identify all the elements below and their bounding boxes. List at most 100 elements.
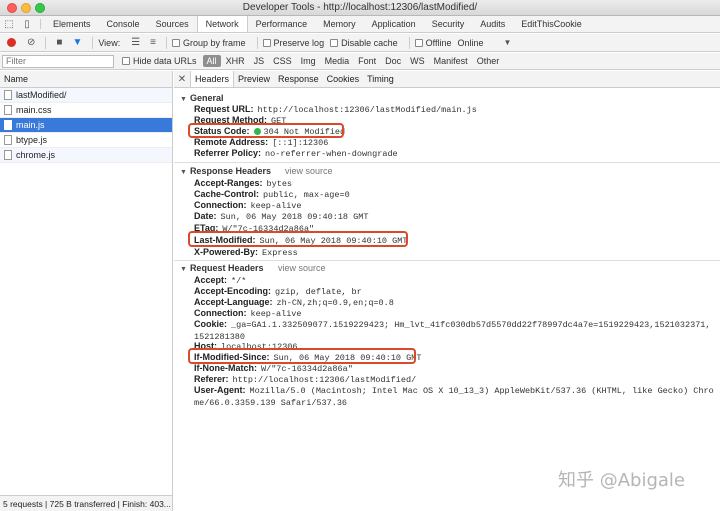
header-value: http://localhost:12306/lastModified/ xyxy=(232,375,417,385)
request-name: main.css xyxy=(16,105,52,115)
header-value: [::1]:12306 xyxy=(272,138,329,148)
header-value: Mozilla/5.0 (Macintosh; Intel Mac OS X 1… xyxy=(194,386,714,408)
large-rows-icon[interactable]: ☰ xyxy=(131,37,140,48)
tab-memory[interactable]: Memory xyxy=(315,16,364,32)
tab-editthiscookie[interactable]: EditThisCookie xyxy=(513,16,590,32)
filter-bar: Hide data URLs All XHR JS CSS Img Media … xyxy=(0,53,720,70)
header-key: Connection: xyxy=(194,200,247,210)
tab-network[interactable]: Network xyxy=(196,16,248,32)
header-key: User-Agent: xyxy=(194,385,246,395)
filter-type-xhr[interactable]: XHR xyxy=(222,55,249,67)
header-key: Accept-Ranges: xyxy=(194,178,263,188)
tab-console[interactable]: Console xyxy=(99,16,148,32)
tab-application[interactable]: Application xyxy=(364,16,424,32)
if-modified-since-highlight xyxy=(188,348,416,364)
throttling-select[interactable]: Online xyxy=(457,38,483,48)
toolbar-divider xyxy=(45,36,47,49)
triangle-down-icon: ▼ xyxy=(180,266,187,273)
header-row: User-Agent: Mozilla/5.0 (Macintosh; Intel… xyxy=(194,385,714,409)
filter-type-doc[interactable]: Doc xyxy=(381,55,405,67)
tab-timing[interactable]: Timing xyxy=(363,71,398,87)
general-section-toggle[interactable]: ▼ General xyxy=(180,93,223,103)
inspect-element-icon[interactable]: ⬚ xyxy=(0,16,18,32)
response-headers-title: Response Headers xyxy=(189,166,271,176)
header-key: Referer: xyxy=(194,374,229,384)
header-value: zh-CN,zh;q=0.9,en;q=0.8 xyxy=(276,298,394,308)
response-headers-section-toggle[interactable]: ▼ Response Headers xyxy=(180,166,271,176)
header-key: Remote Address: xyxy=(194,137,269,147)
tab-performance[interactable]: Performance xyxy=(248,16,316,32)
header-value: http://localhost:12306/lastModified/main… xyxy=(257,105,477,115)
header-key: Accept-Language: xyxy=(194,297,273,307)
tab-headers[interactable]: Headers xyxy=(190,71,235,87)
disable-cache-label: Disable cache xyxy=(341,37,398,48)
filter-type-manifest[interactable]: Manifest xyxy=(430,55,472,67)
tab-audits[interactable]: Audits xyxy=(472,16,513,32)
file-icon xyxy=(4,135,12,145)
filter-type-css[interactable]: CSS xyxy=(269,55,296,67)
header-value: Sun, 06 May 2018 09:40:18 GMT xyxy=(220,212,369,222)
device-toolbar-icon[interactable]: ▯ xyxy=(18,16,36,32)
tab-elements[interactable]: Elements xyxy=(45,16,99,32)
hide-data-urls-label: Hide data URLs xyxy=(133,56,197,66)
disable-cache-checkbox[interactable] xyxy=(330,38,339,47)
filter-type-ws[interactable]: WS xyxy=(406,55,429,67)
tab-cookies[interactable]: Cookies xyxy=(323,71,364,87)
group-by-frame-checkbox[interactable] xyxy=(172,38,181,47)
waterfall-icon[interactable]: ≡ xyxy=(150,37,156,48)
filter-type-js[interactable]: JS xyxy=(250,55,269,67)
header-key: Connection: xyxy=(194,308,247,318)
tab-response[interactable]: Response xyxy=(274,71,323,87)
close-icon[interactable]: ✕ xyxy=(174,71,190,87)
list-item[interactable]: main.js xyxy=(0,118,172,133)
list-item[interactable]: chrome.js xyxy=(0,148,172,163)
file-icon xyxy=(4,90,12,100)
list-item[interactable]: main.css xyxy=(0,103,172,118)
section-divider xyxy=(174,162,720,163)
detail-tabs: ✕ Headers Preview Response Cookies Timin… xyxy=(174,71,720,88)
watermark: 知乎 @Abigale xyxy=(558,470,685,491)
filter-icon[interactable]: ▼ xyxy=(72,37,82,48)
preserve-log-checkbox[interactable] xyxy=(262,38,271,47)
offline-label: Offline xyxy=(425,37,452,48)
list-item[interactable]: lastModified/ xyxy=(0,88,172,103)
request-name: lastModified/ xyxy=(16,90,67,100)
tab-sources[interactable]: Sources xyxy=(148,16,197,32)
filter-input[interactable] xyxy=(2,54,114,68)
header-row: X-Powered-By: Express xyxy=(194,247,714,259)
request-view-source-link[interactable]: view source xyxy=(278,263,326,273)
request-details: ✕ Headers Preview Response Cookies Timin… xyxy=(174,71,720,511)
filter-type-other[interactable]: Other xyxy=(473,55,504,67)
general-title: General xyxy=(189,93,224,103)
clear-icon[interactable]: ⊘ xyxy=(27,37,35,48)
name-column-header[interactable]: Name xyxy=(0,71,172,88)
response-view-source-link[interactable]: view source xyxy=(285,166,333,176)
header-value: bytes xyxy=(266,179,293,189)
header-key: X-Powered-By: xyxy=(194,247,259,257)
request-headers-section-toggle[interactable]: ▼ Request Headers xyxy=(180,263,263,273)
header-row: Referrer Policy: no-referrer-when-downgra… xyxy=(194,148,714,160)
list-item[interactable]: btype.js xyxy=(0,133,172,148)
toolbar-divider xyxy=(256,36,258,49)
chevron-down-icon[interactable]: ▼ xyxy=(503,38,511,47)
tab-preview[interactable]: Preview xyxy=(234,71,274,87)
file-icon xyxy=(4,150,12,160)
header-value: */* xyxy=(231,276,247,286)
preserve-log-label: Preserve log xyxy=(273,37,325,48)
header-row: Cookie: _ga=GA1.1.332509077.1519229423; H… xyxy=(194,319,714,343)
filter-type-all[interactable]: All xyxy=(202,55,221,67)
filter-type-img[interactable]: Img xyxy=(297,55,320,67)
record-icon[interactable] xyxy=(7,38,16,47)
filter-type-font[interactable]: Font xyxy=(354,55,380,67)
offline-checkbox[interactable] xyxy=(414,38,423,47)
hide-data-urls-checkbox[interactable] xyxy=(122,57,130,65)
header-key: Cookie: xyxy=(194,319,228,329)
window-titlebar: Developer Tools - http://localhost:12306… xyxy=(0,0,720,16)
screenshot-capture-icon[interactable]: ■ xyxy=(56,37,62,48)
header-value: keep-alive xyxy=(250,201,302,211)
tab-security[interactable]: Security xyxy=(424,16,473,32)
view-label: View: xyxy=(98,37,121,48)
header-value: keep-alive xyxy=(250,309,302,319)
header-value: public, max-age=0 xyxy=(263,190,350,200)
filter-type-media[interactable]: Media xyxy=(321,55,354,67)
